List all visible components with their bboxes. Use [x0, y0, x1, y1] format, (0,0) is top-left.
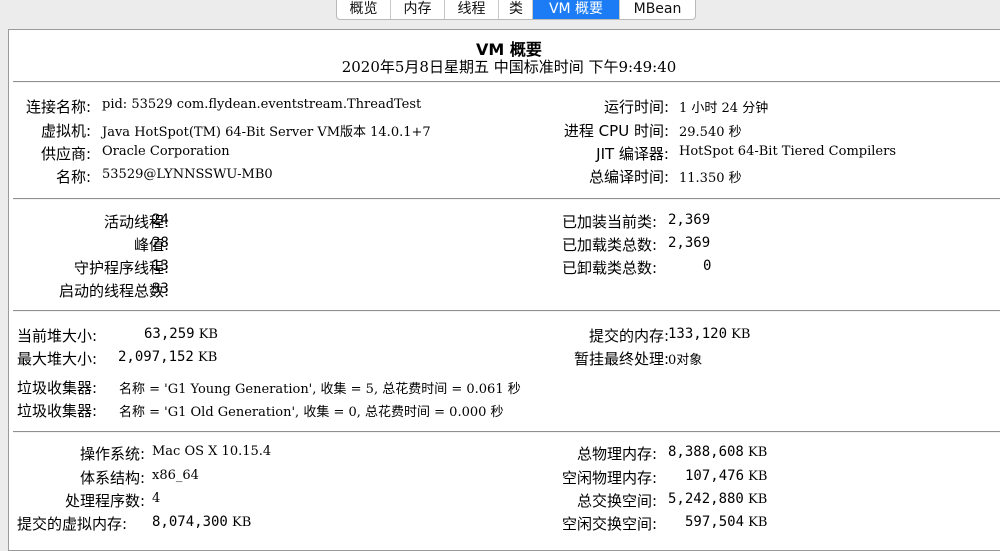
tab-overview[interactable]: 概览: [337, 0, 391, 19]
tab-bar: 概览 内存 线程 类 VM 概要 MBean: [0, 0, 1000, 20]
heap-size-unit: KB: [198, 327, 218, 342]
arch-label: 体系结构:: [79, 469, 145, 487]
timestamp: 2020年5月8日星期五 中国标准时间 下午9:49:40: [341, 58, 677, 76]
heap-size-label: 当前堆大小:: [17, 327, 98, 345]
jit-compiler-value: HotSpot 64-Bit Tiered Compilers: [679, 144, 897, 159]
live-threads-value: 24: [152, 212, 169, 228]
vm-value: Java HotSpot(TM) 64-Bit Server VM版本 14.0…: [102, 125, 431, 140]
connection-name-value: pid: 53529 com.flydean.eventstream.Threa…: [102, 97, 422, 112]
unloaded-classes-value: 0: [703, 258, 712, 274]
divider: [13, 81, 1000, 83]
process-name-value: 53529@LYNNSSWU-MB0: [102, 167, 273, 182]
swap-space-unit: KB: [748, 492, 768, 507]
free-swap-space: 597,504 KB: [685, 514, 767, 530]
live-threads-label: 活动线程:: [103, 213, 169, 231]
free-physical-memory: 107,476 KB: [685, 468, 767, 484]
committed-memory-unit: KB: [731, 327, 751, 342]
virtual-memory: 8,074,300 KB: [152, 514, 251, 530]
tab-threads[interactable]: 线程: [445, 0, 499, 19]
vendor-value: Oracle Corporation: [102, 144, 230, 159]
tab-group: 概览 内存 线程 类 VM 概要 MBean: [336, 0, 696, 20]
physical-memory-value: 8,388,608: [668, 444, 744, 460]
compile-time-label: 总编译时间:: [588, 168, 669, 186]
committed-memory: 133,120 KB: [668, 326, 750, 342]
gc-young-label: 垃圾收集器:: [17, 379, 98, 397]
started-threads-value: 33: [152, 281, 169, 297]
total-loaded-classes-label: 已加载类总数:: [561, 236, 657, 254]
max-heap: 2,097,152 KB: [118, 349, 217, 365]
physical-memory-unit: KB: [748, 445, 768, 460]
physical-memory-label: 总物理内存:: [576, 445, 657, 463]
vendor-label: 供应商:: [40, 145, 91, 163]
committed-memory-value: 133,120: [668, 326, 728, 342]
committed-memory-label: 提交的内存:: [588, 327, 669, 345]
heap-size-value: 63,259: [144, 326, 195, 342]
arch-value: x86_64: [152, 468, 199, 483]
max-heap-unit: KB: [198, 350, 218, 365]
started-threads-label: 启动的线程总数:: [58, 282, 169, 300]
tab-classes[interactable]: 类: [499, 0, 533, 19]
tab-memory[interactable]: 内存: [391, 0, 445, 19]
gc-old-label: 垃圾收集器:: [17, 402, 98, 420]
daemon-threads-value: 13: [152, 258, 169, 274]
process-name-label: 名称:: [55, 168, 91, 186]
processors-label: 处理程序数:: [64, 492, 145, 510]
uptime-value: 1 小时 24 分钟: [679, 101, 769, 116]
cpu-time-label: 进程 CPU 时间:: [563, 122, 669, 140]
free-physical-memory-unit: KB: [748, 469, 768, 484]
free-physical-memory-value: 107,476: [685, 468, 745, 484]
vm-summary-panel: VM 概要 2020年5月8日星期五 中国标准时间 下午9:49:40 连接名称…: [8, 29, 1000, 551]
physical-memory: 8,388,608 KB: [668, 444, 767, 460]
os-value: Mac OS X 10.15.4: [152, 444, 272, 459]
unloaded-classes-label: 已卸载类总数:: [561, 259, 657, 277]
divider: [13, 310, 1000, 312]
gc-young-value: 名称 = 'G1 Young Generation', 收集 = 5, 总花费时…: [119, 382, 521, 397]
gc-old-value: 名称 = 'G1 Old Generation', 收集 = 0, 总花费时间 …: [119, 405, 504, 420]
virtual-memory-value: 8,074,300: [152, 514, 228, 530]
divider: [13, 198, 1000, 200]
compile-time-value: 11.350 秒: [679, 171, 742, 186]
peak-threads-label: 峰值:: [133, 236, 169, 254]
pending-finalization-label: 暂挂最终处理:: [573, 350, 669, 368]
processors-value: 4: [152, 491, 161, 506]
jit-compiler-label: JIT 编译器:: [596, 145, 669, 163]
free-swap-space-label: 空闲交换空间:: [561, 515, 657, 533]
total-loaded-classes-value: 2,369: [668, 235, 711, 251]
free-physical-memory-label: 空闲物理内存:: [561, 469, 657, 487]
divider: [13, 431, 1000, 433]
peak-threads-value: 28: [152, 235, 169, 251]
swap-space-value: 5,242,880: [668, 491, 744, 507]
cpu-time-value: 29.540 秒: [679, 125, 742, 140]
free-swap-space-value: 597,504: [685, 514, 745, 530]
pending-finalization-value: 0对象: [668, 353, 703, 368]
daemon-threads-label: 守护程序线程:: [73, 259, 169, 277]
max-heap-value: 2,097,152: [118, 349, 194, 365]
os-label: 操作系统:: [79, 445, 145, 463]
swap-space-label: 总交换空间:: [576, 492, 657, 510]
connection-name-label: 连接名称:: [25, 98, 91, 116]
virtual-memory-label: 提交的虚拟内存:: [17, 515, 128, 533]
heap-size: 63,259 KB: [144, 326, 218, 342]
uptime-label: 运行时间:: [603, 98, 669, 116]
loaded-classes-label: 已加装当前类:: [561, 213, 657, 231]
swap-space: 5,242,880 KB: [668, 491, 767, 507]
loaded-classes-value: 2,369: [668, 212, 711, 228]
max-heap-label: 最大堆大小:: [17, 350, 98, 368]
free-swap-space-unit: KB: [748, 515, 768, 530]
tab-mbean[interactable]: MBean: [620, 0, 695, 19]
tab-vm-summary[interactable]: VM 概要: [533, 0, 620, 19]
vm-label: 虚拟机:: [40, 122, 91, 140]
virtual-memory-unit: KB: [232, 515, 252, 530]
